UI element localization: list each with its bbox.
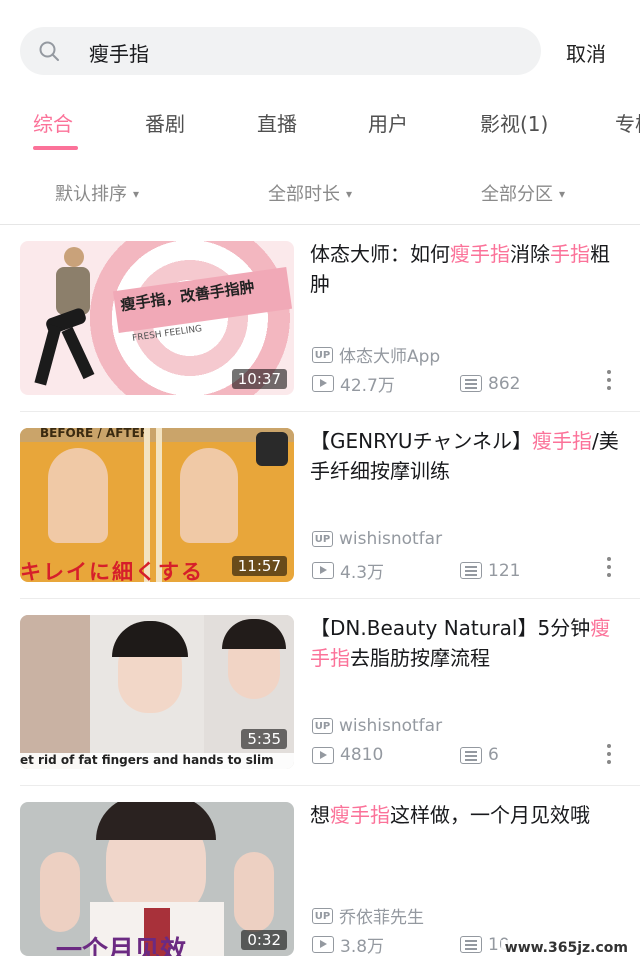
danmaku-count: 6 (488, 745, 499, 765)
video-duration: 10:37 (231, 369, 287, 389)
danmaku-count: 121 (488, 560, 521, 581)
view-count: 3.8万 (340, 937, 385, 957)
title-highlight: 瘦手指 (531, 429, 592, 453)
tab-all[interactable]: 综合 (33, 108, 73, 137)
danmaku-icon (460, 562, 482, 579)
uploader-name: 乔依菲先生 (339, 908, 424, 928)
tab-film[interactable]: 影视(1) (480, 108, 548, 137)
search-input[interactable]: 瘦手指 (89, 38, 149, 67)
more-options-icon[interactable] (606, 370, 612, 396)
tab-bangumi[interactable]: 番剧 (145, 108, 185, 137)
video-title[interactable]: 【DN.Beauty Natural】5分钟瘦手指去脂肪按摩流程 (310, 613, 620, 673)
title-text: 去脂肪按摩流程 (350, 646, 490, 670)
danmaku-count: 862 (488, 373, 521, 394)
uploader-name: wishisnotfar (339, 529, 443, 549)
uploader-row[interactable]: UP wishisnotfar (312, 716, 442, 736)
category-filter[interactable]: 全部分区 ▾ (481, 180, 565, 206)
thumbnail-caption: et rid of fat fingers and hands to slim (20, 753, 294, 769)
sort-filter[interactable]: 默认排序 ▾ (55, 180, 139, 206)
up-icon: UP (312, 346, 333, 363)
chevron-down-icon: ▾ (346, 187, 353, 201)
video-thumbnail[interactable]: BEFORE / AFTER キレイに細くする 11:57 (20, 428, 294, 582)
title-text: 【DN.Beauty Natural】5分钟 (310, 616, 591, 640)
tab-users[interactable]: 用户 (368, 108, 408, 137)
video-title[interactable]: 体态大师：如何瘦手指消除手指粗肿 (310, 239, 620, 299)
chevron-down-icon: ▾ (133, 187, 140, 201)
search-icon (39, 41, 59, 61)
search-bar[interactable]: 瘦手指 (20, 27, 541, 75)
duration-filter[interactable]: 全部时长 ▾ (268, 180, 352, 206)
title-text: 【GENRYUチャンネル】 (310, 429, 532, 453)
title-highlight: 瘦手指 (450, 242, 510, 266)
uploader-name: wishisnotfar (339, 716, 443, 736)
stats-row: 4.3万 121 (312, 558, 520, 583)
uploader-row[interactable]: UP wishisnotfar (312, 529, 442, 549)
tab-live[interactable]: 直播 (257, 108, 297, 137)
danmaku-icon (460, 375, 482, 392)
video-title[interactable]: 【GENRYUチャンネル】瘦手指/美手纤细按摩训练 (310, 426, 620, 486)
play-count-icon (312, 746, 334, 764)
title-text: 消除 (510, 242, 550, 266)
play-count-icon (312, 936, 334, 953)
title-text: 这样做，一个月见效哦 (390, 803, 590, 827)
uploader-row[interactable]: UP 体态大师App (312, 342, 440, 367)
more-options-icon[interactable] (606, 744, 612, 770)
play-count-icon (312, 562, 334, 579)
danmaku-icon (460, 936, 482, 953)
up-icon: UP (312, 907, 333, 924)
stats-row: 4810 6 (312, 745, 499, 765)
title-highlight: 手指 (550, 242, 590, 266)
video-duration: 0:32 (241, 930, 287, 950)
view-count: 4.3万 (340, 563, 385, 583)
video-thumbnail[interactable]: et rid of fat fingers and hands to slim … (20, 615, 294, 769)
title-text: 体态大师：如何 (310, 242, 450, 266)
uploader-row[interactable]: UP 乔依菲先生 (312, 903, 424, 928)
play-count-icon (312, 375, 334, 392)
more-options-icon[interactable] (606, 557, 612, 583)
up-icon: UP (312, 718, 333, 734)
video-duration: 11:57 (231, 556, 287, 576)
video-result[interactable]: 瘦手指，改善手指肿 FRESH FEELING 10:37 体态大师：如何瘦手指… (0, 225, 640, 412)
thumbnail-caption: 一个月见效 (56, 936, 187, 956)
title-highlight: 瘦手指 (330, 803, 390, 827)
video-duration: 5:35 (241, 729, 287, 749)
duration-filter-label: 全部时长 (268, 184, 340, 205)
category-filter-label: 全部分区 (481, 184, 553, 205)
tab-bar: 综合 番剧 直播 用户 影视(1) 专栏 (0, 104, 640, 148)
danmaku-icon (460, 746, 482, 764)
sort-filter-label: 默认排序 (55, 184, 127, 205)
person-figure (34, 247, 95, 389)
up-icon: UP (312, 531, 333, 547)
thumbnail-subcaption: BEFORE / AFTER (40, 428, 150, 440)
cancel-button[interactable]: 取消 (566, 38, 606, 67)
video-result[interactable]: et rid of fat fingers and hands to slim … (0, 599, 640, 786)
title-text: 想 (310, 803, 330, 827)
view-count: 42.7万 (340, 376, 395, 396)
chevron-down-icon: ▾ (559, 187, 566, 201)
stats-row: 42.7万 862 (312, 371, 520, 396)
tab-column[interactable]: 专栏 (615, 108, 640, 137)
video-thumbnail[interactable]: 瘦手指，改善手指肿 FRESH FEELING 10:37 (20, 241, 294, 395)
video-result[interactable]: BEFORE / AFTER キレイに細くする 11:57 【GENRYUチャン… (0, 412, 640, 599)
watermark: www.365jz.com (500, 940, 632, 956)
view-count: 4810 (340, 745, 384, 765)
active-tab-indicator (33, 146, 78, 150)
uploader-name: 体态大师App (339, 347, 441, 367)
video-title[interactable]: 想瘦手指这样做，一个月见效哦 (310, 800, 620, 830)
stats-row: 3.8万 10 (312, 932, 510, 957)
video-thumbnail[interactable]: 一个月见效 0:32 (20, 802, 294, 956)
